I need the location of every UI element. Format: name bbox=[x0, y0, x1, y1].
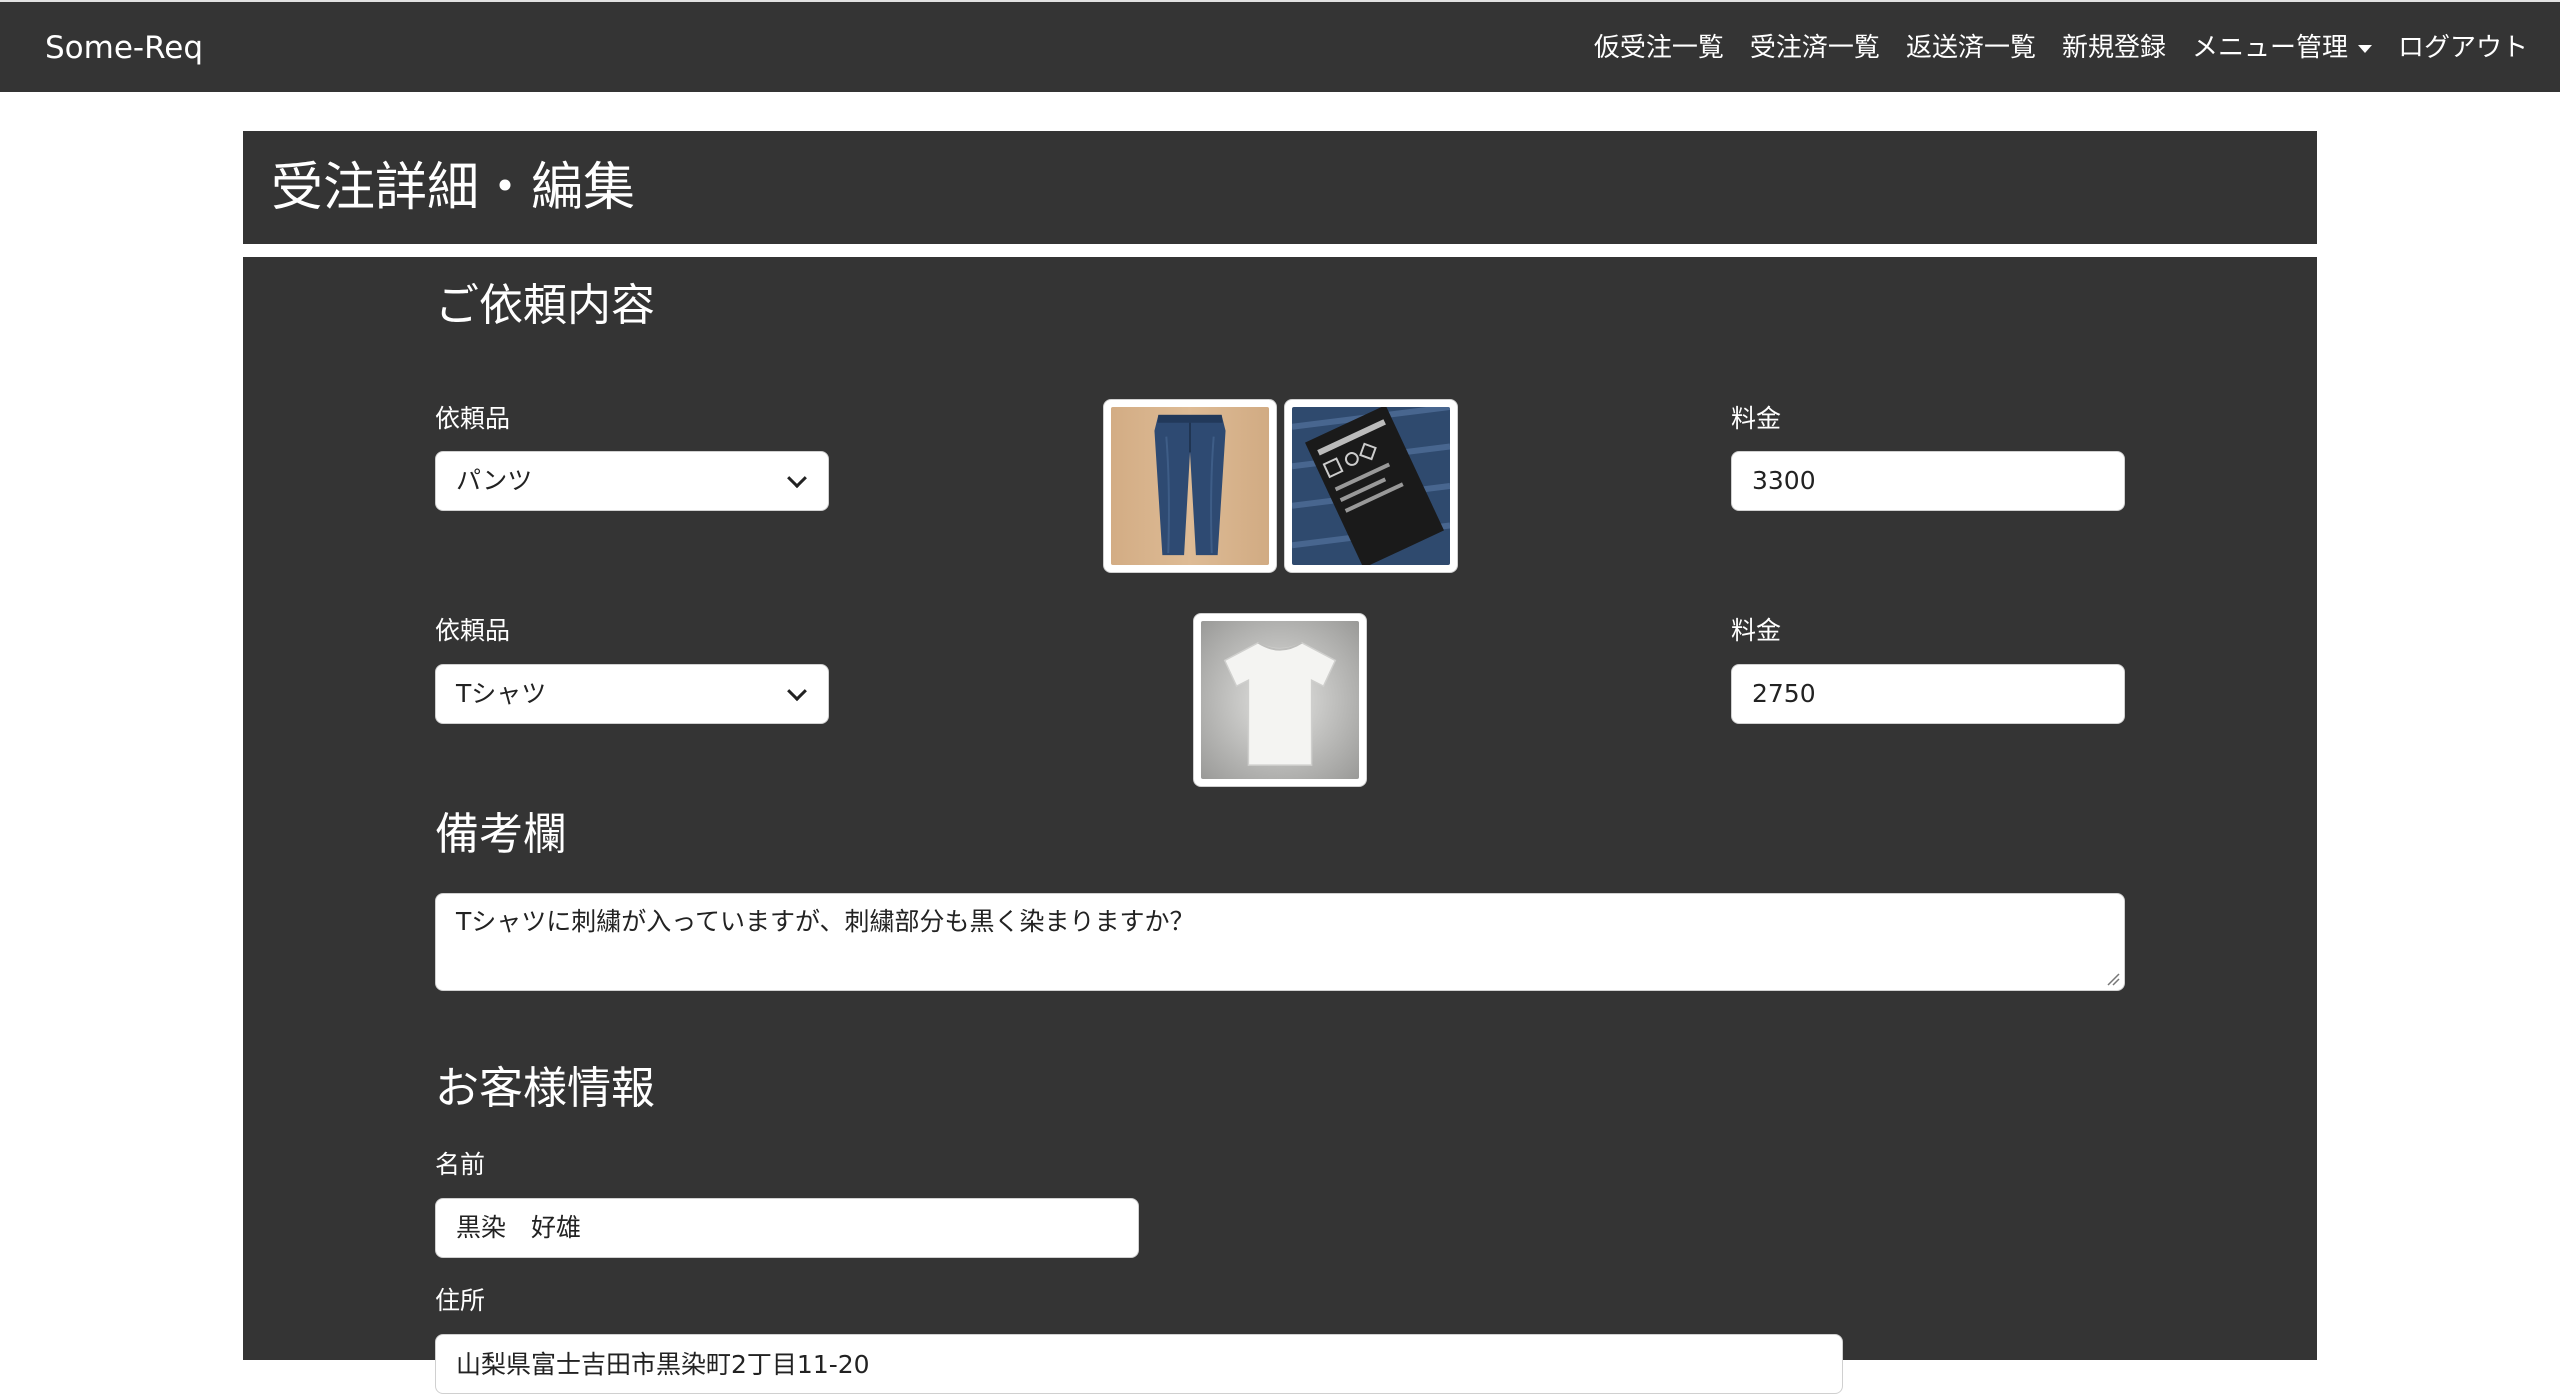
request-section-title: ご依頼内容 bbox=[435, 280, 655, 331]
chevron-down-icon bbox=[787, 468, 807, 489]
item-label: 依頼品 bbox=[435, 404, 511, 433]
jeans-photo-thumbnail[interactable] bbox=[1103, 399, 1277, 573]
price-label: 料金 bbox=[1731, 404, 1782, 433]
price-input-value: 3300 bbox=[1752, 466, 1816, 495]
navbar: Some-Req 仮受注一覧 受注済一覧 返送済一覧 新規登録 メニュー管理 ロ… bbox=[0, 0, 2560, 92]
name-input-value: 黒染 好雄 bbox=[456, 1213, 582, 1242]
nav-provisional-orders[interactable]: 仮受注一覧 bbox=[1594, 28, 1724, 68]
nav-new-registration[interactable]: 新規登録 bbox=[2062, 28, 2166, 68]
address-label: 住所 bbox=[435, 1286, 486, 1315]
brand-link[interactable]: Some-Req bbox=[45, 28, 203, 68]
item-select-value: パンツ bbox=[456, 466, 533, 495]
nav-returned-orders[interactable]: 返送済一覧 bbox=[1906, 28, 2036, 68]
item-select-value: Tシャツ bbox=[456, 679, 547, 708]
nav-logout[interactable]: ログアウト bbox=[2398, 28, 2528, 68]
price-label: 料金 bbox=[1731, 616, 1782, 645]
jeans-photo-image bbox=[1111, 407, 1269, 565]
name-label: 名前 bbox=[435, 1150, 486, 1179]
customer-section-title: お客様情報 bbox=[435, 1063, 655, 1114]
tshirt-photo-image bbox=[1201, 621, 1359, 779]
page-title: 受注詳細・編集 bbox=[271, 158, 636, 218]
notes-text: Tシャツに刺繍が入っていますが、刺繍部分も黒く染まりますか？ bbox=[456, 907, 1195, 936]
jeans-tag-image bbox=[1292, 407, 1450, 565]
chevron-down-icon bbox=[787, 681, 807, 702]
address-input-value: 山梨県富士吉田市黒染町2丁目11-20 bbox=[456, 1350, 870, 1379]
nav-menu-management-label: メニュー管理 bbox=[2191, 33, 2348, 63]
item-select[interactable]: パンツ bbox=[435, 451, 829, 511]
nav-menu-management-dropdown[interactable]: メニュー管理 bbox=[2192, 28, 2372, 68]
address-input[interactable]: 山梨県富士吉田市黒染町2丁目11-20 bbox=[435, 1334, 1843, 1394]
price-input-value: 2750 bbox=[1752, 679, 1816, 708]
nav-confirmed-orders[interactable]: 受注済一覧 bbox=[1750, 28, 1880, 68]
caret-down-icon bbox=[2357, 44, 2372, 53]
name-input[interactable]: 黒染 好雄 bbox=[435, 1198, 1139, 1258]
nav-links: 仮受注一覧 受注済一覧 返送済一覧 新規登録 メニュー管理 ログアウト bbox=[1594, 28, 2528, 68]
resize-handle-icon[interactable] bbox=[2106, 972, 2120, 986]
item-label: 依頼品 bbox=[435, 616, 511, 645]
notes-section-title: 備考欄 bbox=[435, 809, 567, 860]
order-detail-panel: ご依頼内容 依頼品 パンツ 料金 3300 依頼品 Tシャツ 料金 2750 備… bbox=[243, 257, 2317, 1394]
jeans-care-tag-thumbnail[interactable] bbox=[1284, 399, 1458, 573]
price-input[interactable]: 3300 bbox=[1731, 451, 2125, 511]
price-input[interactable]: 2750 bbox=[1731, 664, 2125, 724]
item-select[interactable]: Tシャツ bbox=[435, 664, 829, 724]
page-header: 受注詳細・編集 bbox=[243, 131, 2317, 244]
notes-textarea[interactable]: Tシャツに刺繍が入っていますが、刺繍部分も黒く染まりますか？ bbox=[435, 893, 2125, 991]
tshirt-photo-thumbnail[interactable] bbox=[1193, 613, 1367, 787]
